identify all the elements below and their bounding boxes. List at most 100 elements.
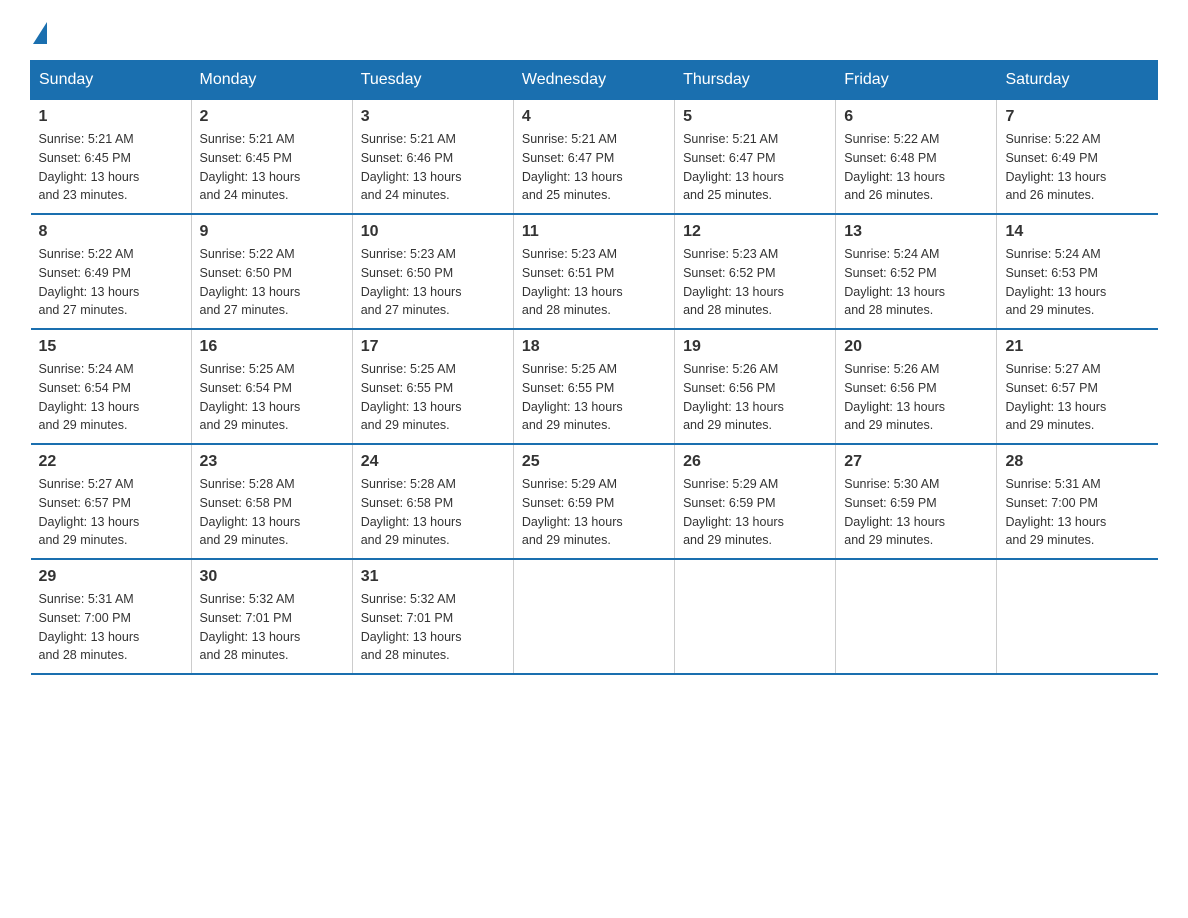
day-info: Sunrise: 5:26 AMSunset: 6:56 PMDaylight:…: [683, 362, 784, 432]
weekday-header-thursday: Thursday: [675, 61, 836, 100]
day-number: 17: [361, 338, 505, 356]
calendar-cell: 2 Sunrise: 5:21 AMSunset: 6:45 PMDayligh…: [191, 100, 352, 215]
calendar-week-row: 29 Sunrise: 5:31 AMSunset: 7:00 PMDaylig…: [31, 559, 1158, 674]
calendar-cell: 18 Sunrise: 5:25 AMSunset: 6:55 PMDaylig…: [513, 329, 674, 444]
day-number: 25: [522, 453, 666, 471]
day-info: Sunrise: 5:21 AMSunset: 6:47 PMDaylight:…: [683, 132, 784, 202]
day-number: 15: [39, 338, 183, 356]
day-info: Sunrise: 5:28 AMSunset: 6:58 PMDaylight:…: [200, 477, 301, 547]
calendar-cell: 27 Sunrise: 5:30 AMSunset: 6:59 PMDaylig…: [836, 444, 997, 559]
day-number: 16: [200, 338, 344, 356]
calendar-table: SundayMondayTuesdayWednesdayThursdayFrid…: [30, 60, 1158, 675]
header-row: SundayMondayTuesdayWednesdayThursdayFrid…: [31, 61, 1158, 100]
day-info: Sunrise: 5:31 AMSunset: 7:00 PMDaylight:…: [39, 592, 140, 662]
calendar-cell: 7 Sunrise: 5:22 AMSunset: 6:49 PMDayligh…: [997, 100, 1158, 215]
day-number: 21: [1005, 338, 1149, 356]
day-info: Sunrise: 5:32 AMSunset: 7:01 PMDaylight:…: [361, 592, 462, 662]
calendar-cell: [513, 559, 674, 674]
day-number: 29: [39, 568, 183, 586]
day-number: 7: [1005, 108, 1149, 126]
day-info: Sunrise: 5:28 AMSunset: 6:58 PMDaylight:…: [361, 477, 462, 547]
day-number: 23: [200, 453, 344, 471]
day-info: Sunrise: 5:24 AMSunset: 6:54 PMDaylight:…: [39, 362, 140, 432]
day-info: Sunrise: 5:27 AMSunset: 6:57 PMDaylight:…: [1005, 362, 1106, 432]
day-number: 6: [844, 108, 988, 126]
day-info: Sunrise: 5:22 AMSunset: 6:49 PMDaylight:…: [39, 247, 140, 317]
weekday-header-monday: Monday: [191, 61, 352, 100]
day-number: 13: [844, 223, 988, 241]
day-number: 2: [200, 108, 344, 126]
day-info: Sunrise: 5:23 AMSunset: 6:50 PMDaylight:…: [361, 247, 462, 317]
calendar-cell: 24 Sunrise: 5:28 AMSunset: 6:58 PMDaylig…: [352, 444, 513, 559]
day-info: Sunrise: 5:29 AMSunset: 6:59 PMDaylight:…: [522, 477, 623, 547]
day-info: Sunrise: 5:21 AMSunset: 6:46 PMDaylight:…: [361, 132, 462, 202]
calendar-cell: 15 Sunrise: 5:24 AMSunset: 6:54 PMDaylig…: [31, 329, 192, 444]
day-info: Sunrise: 5:22 AMSunset: 6:48 PMDaylight:…: [844, 132, 945, 202]
calendar-cell: 29 Sunrise: 5:31 AMSunset: 7:00 PMDaylig…: [31, 559, 192, 674]
day-number: 14: [1005, 223, 1149, 241]
day-info: Sunrise: 5:31 AMSunset: 7:00 PMDaylight:…: [1005, 477, 1106, 547]
day-number: 10: [361, 223, 505, 241]
day-number: 28: [1005, 453, 1149, 471]
calendar-cell: 21 Sunrise: 5:27 AMSunset: 6:57 PMDaylig…: [997, 329, 1158, 444]
calendar-cell: 25 Sunrise: 5:29 AMSunset: 6:59 PMDaylig…: [513, 444, 674, 559]
calendar-week-row: 8 Sunrise: 5:22 AMSunset: 6:49 PMDayligh…: [31, 214, 1158, 329]
calendar-cell: 10 Sunrise: 5:23 AMSunset: 6:50 PMDaylig…: [352, 214, 513, 329]
day-number: 27: [844, 453, 988, 471]
day-info: Sunrise: 5:21 AMSunset: 6:47 PMDaylight:…: [522, 132, 623, 202]
calendar-week-row: 22 Sunrise: 5:27 AMSunset: 6:57 PMDaylig…: [31, 444, 1158, 559]
calendar-cell: [997, 559, 1158, 674]
day-number: 22: [39, 453, 183, 471]
day-info: Sunrise: 5:25 AMSunset: 6:54 PMDaylight:…: [200, 362, 301, 432]
calendar-cell: 22 Sunrise: 5:27 AMSunset: 6:57 PMDaylig…: [31, 444, 192, 559]
day-info: Sunrise: 5:23 AMSunset: 6:52 PMDaylight:…: [683, 247, 784, 317]
day-number: 18: [522, 338, 666, 356]
day-number: 9: [200, 223, 344, 241]
calendar-cell: 14 Sunrise: 5:24 AMSunset: 6:53 PMDaylig…: [997, 214, 1158, 329]
day-info: Sunrise: 5:21 AMSunset: 6:45 PMDaylight:…: [200, 132, 301, 202]
day-info: Sunrise: 5:32 AMSunset: 7:01 PMDaylight:…: [200, 592, 301, 662]
calendar-cell: 4 Sunrise: 5:21 AMSunset: 6:47 PMDayligh…: [513, 100, 674, 215]
calendar-cell: 13 Sunrise: 5:24 AMSunset: 6:52 PMDaylig…: [836, 214, 997, 329]
logo: [30, 20, 47, 40]
day-number: 19: [683, 338, 827, 356]
day-info: Sunrise: 5:25 AMSunset: 6:55 PMDaylight:…: [522, 362, 623, 432]
day-number: 5: [683, 108, 827, 126]
weekday-header-friday: Friday: [836, 61, 997, 100]
calendar-cell: 31 Sunrise: 5:32 AMSunset: 7:01 PMDaylig…: [352, 559, 513, 674]
day-info: Sunrise: 5:23 AMSunset: 6:51 PMDaylight:…: [522, 247, 623, 317]
day-number: 24: [361, 453, 505, 471]
calendar-cell: 19 Sunrise: 5:26 AMSunset: 6:56 PMDaylig…: [675, 329, 836, 444]
calendar-cell: 12 Sunrise: 5:23 AMSunset: 6:52 PMDaylig…: [675, 214, 836, 329]
calendar-header: SundayMondayTuesdayWednesdayThursdayFrid…: [31, 61, 1158, 100]
calendar-body: 1 Sunrise: 5:21 AMSunset: 6:45 PMDayligh…: [31, 100, 1158, 675]
calendar-cell: 26 Sunrise: 5:29 AMSunset: 6:59 PMDaylig…: [675, 444, 836, 559]
calendar-cell: 28 Sunrise: 5:31 AMSunset: 7:00 PMDaylig…: [997, 444, 1158, 559]
day-number: 12: [683, 223, 827, 241]
weekday-header-saturday: Saturday: [997, 61, 1158, 100]
day-number: 8: [39, 223, 183, 241]
calendar-week-row: 1 Sunrise: 5:21 AMSunset: 6:45 PMDayligh…: [31, 100, 1158, 215]
calendar-cell: 17 Sunrise: 5:25 AMSunset: 6:55 PMDaylig…: [352, 329, 513, 444]
calendar-cell: 20 Sunrise: 5:26 AMSunset: 6:56 PMDaylig…: [836, 329, 997, 444]
weekday-header-tuesday: Tuesday: [352, 61, 513, 100]
calendar-cell: 6 Sunrise: 5:22 AMSunset: 6:48 PMDayligh…: [836, 100, 997, 215]
day-number: 31: [361, 568, 505, 586]
calendar-cell: 8 Sunrise: 5:22 AMSunset: 6:49 PMDayligh…: [31, 214, 192, 329]
day-info: Sunrise: 5:21 AMSunset: 6:45 PMDaylight:…: [39, 132, 140, 202]
day-info: Sunrise: 5:22 AMSunset: 6:49 PMDaylight:…: [1005, 132, 1106, 202]
day-info: Sunrise: 5:26 AMSunset: 6:56 PMDaylight:…: [844, 362, 945, 432]
calendar-cell: 23 Sunrise: 5:28 AMSunset: 6:58 PMDaylig…: [191, 444, 352, 559]
calendar-cell: [836, 559, 997, 674]
calendar-cell: 30 Sunrise: 5:32 AMSunset: 7:01 PMDaylig…: [191, 559, 352, 674]
calendar-cell: 1 Sunrise: 5:21 AMSunset: 6:45 PMDayligh…: [31, 100, 192, 215]
logo-triangle-icon: [33, 22, 47, 44]
calendar-week-row: 15 Sunrise: 5:24 AMSunset: 6:54 PMDaylig…: [31, 329, 1158, 444]
day-number: 1: [39, 108, 183, 126]
day-number: 30: [200, 568, 344, 586]
day-info: Sunrise: 5:24 AMSunset: 6:52 PMDaylight:…: [844, 247, 945, 317]
weekday-header-wednesday: Wednesday: [513, 61, 674, 100]
day-number: 26: [683, 453, 827, 471]
page-header: [30, 20, 1158, 40]
day-info: Sunrise: 5:24 AMSunset: 6:53 PMDaylight:…: [1005, 247, 1106, 317]
